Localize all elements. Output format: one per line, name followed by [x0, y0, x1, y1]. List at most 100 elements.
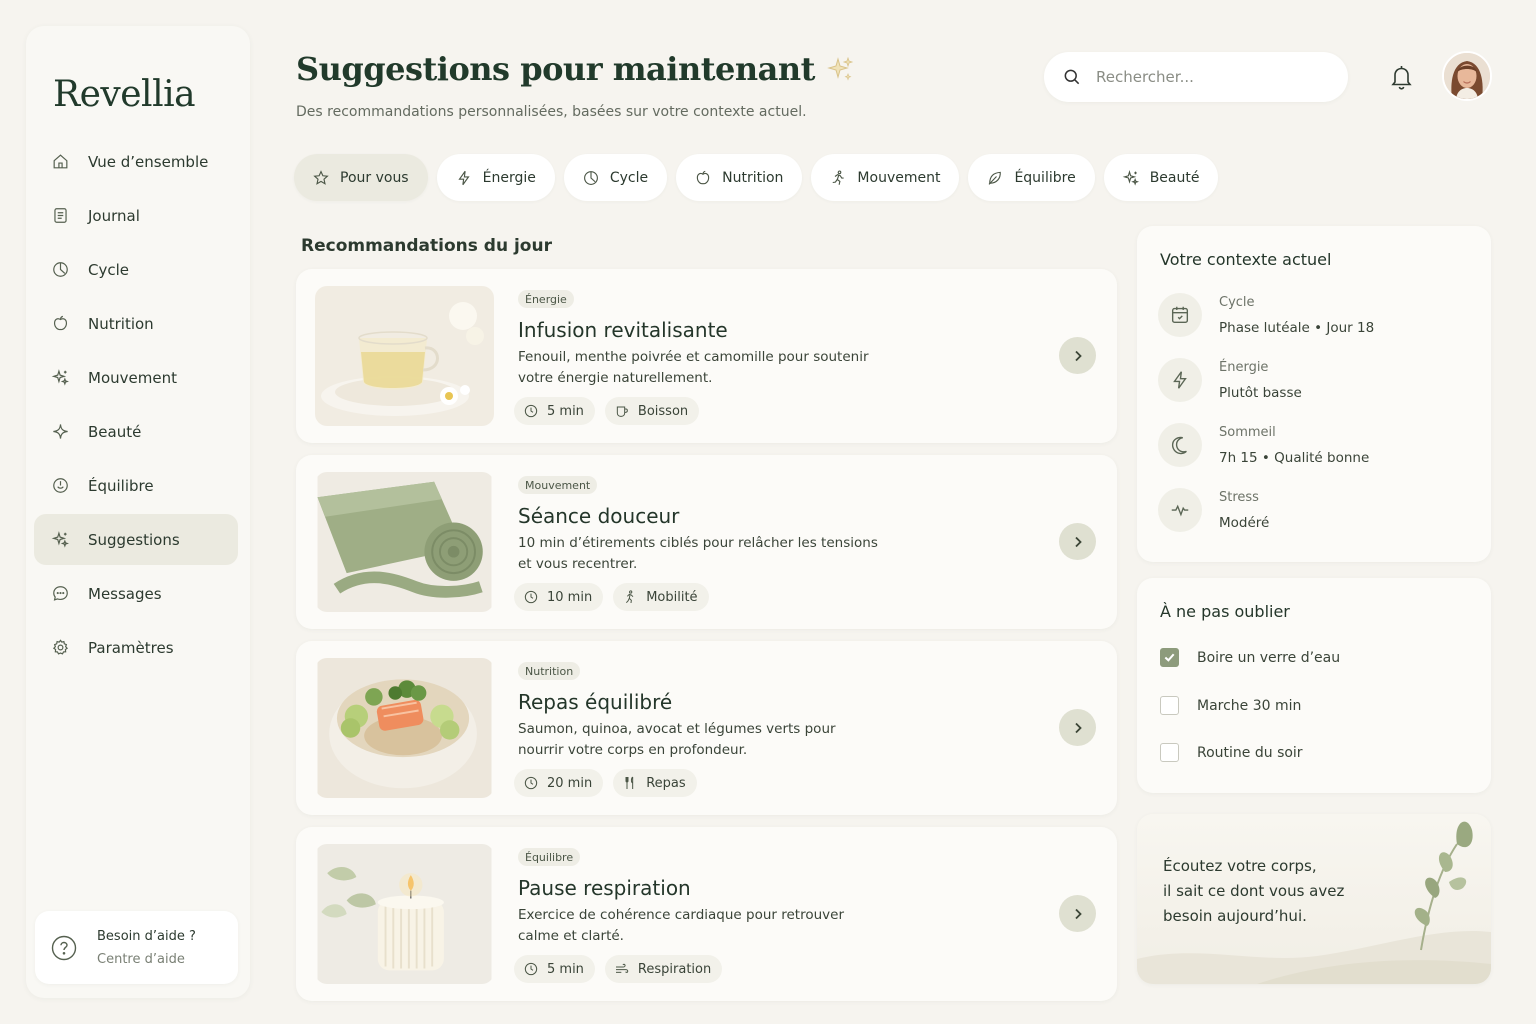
- clock-icon: [524, 962, 538, 976]
- sidebar-item-cycle[interactable]: Cycle: [34, 244, 238, 295]
- chip-label: Pour vous: [340, 169, 409, 186]
- open-recommendation-button[interactable]: [1059, 895, 1096, 932]
- home-icon: [50, 152, 70, 172]
- sparkles-icon: [50, 368, 70, 388]
- sidebar-item-settings[interactable]: Paramètres: [34, 622, 238, 673]
- page-title-text: Suggestions pour maintenant: [296, 50, 815, 88]
- sidebar-item-balance[interactable]: Équilibre: [34, 460, 238, 511]
- open-recommendation-button[interactable]: [1059, 709, 1096, 746]
- sidebar-item-beauty[interactable]: Beauté: [34, 406, 238, 457]
- bolt-icon: [458, 170, 470, 185]
- reminder-label: Boire un verre d’eau: [1197, 649, 1341, 666]
- card-description: 10 min d’étirements ciblés pour relâcher…: [518, 535, 878, 572]
- calendar-icon: [1158, 293, 1202, 337]
- type-text: Boisson: [637, 403, 689, 419]
- star-icon: [313, 169, 329, 185]
- gear-icon: [50, 638, 70, 658]
- reminder-label: Marche 30 min: [1197, 697, 1302, 714]
- sparkle-icon: [50, 422, 70, 442]
- context-label: Cycle: [1219, 294, 1255, 310]
- type-text: Respiration: [637, 961, 712, 977]
- reminders-panel: À ne pas oublier Boire un verre d’eau Ma…: [1137, 578, 1491, 793]
- notifications-button[interactable]: [1389, 63, 1414, 91]
- quote-line: besoin aujourd’hui.: [1163, 907, 1307, 925]
- sidebar-item-suggestions[interactable]: Suggestions: [34, 514, 238, 565]
- duration-text: 10 min: [547, 589, 593, 605]
- moon-icon: [1158, 423, 1202, 467]
- category-tag: Mouvement: [518, 476, 598, 494]
- duration-pill: 20 min: [514, 769, 604, 797]
- cycle-icon: [50, 260, 70, 280]
- reminder-item[interactable]: Boire un verre d’eau: [1160, 648, 1340, 667]
- sidebar-nav: Vue d’ensemble Journal Cycle Nutrition M…: [34, 136, 238, 676]
- chip-balance[interactable]: Équilibre: [968, 154, 1095, 201]
- card-meta: 5 min Respiration: [514, 955, 732, 983]
- checkbox-checked[interactable]: [1160, 648, 1179, 667]
- type-pill: Respiration: [604, 955, 723, 983]
- leaf-icon: [989, 171, 1002, 185]
- recommendation-card-breathing[interactable]: Équilibre Pause respiration Exercice de …: [296, 827, 1117, 1001]
- quote-line: Écoutez votre corps,: [1163, 857, 1317, 875]
- clock-icon: [524, 404, 538, 418]
- chevron-right-icon: [1074, 722, 1082, 733]
- sidebar-item-nutrition[interactable]: Nutrition: [34, 298, 238, 349]
- card-meta: 10 min Mobilité: [514, 583, 719, 611]
- sidebar-item-messages[interactable]: Messages: [34, 568, 238, 619]
- chip-for-you[interactable]: Pour vous: [294, 154, 428, 201]
- chip-beauty[interactable]: Beauté: [1103, 154, 1219, 201]
- chip-movement[interactable]: Mouvement: [811, 154, 960, 201]
- search-bar[interactable]: [1044, 52, 1348, 102]
- context-label: Énergie: [1219, 359, 1269, 375]
- panel-title: À ne pas oublier: [1160, 602, 1290, 621]
- runner-icon: [626, 590, 634, 604]
- card-meta: 20 min Repas: [514, 769, 707, 797]
- chip-label: Énergie: [482, 169, 536, 186]
- chip-energy[interactable]: Énergie: [436, 154, 555, 201]
- sidebar-item-label: Paramètres: [88, 638, 174, 657]
- duration-pill: 5 min: [514, 397, 595, 425]
- quote-card: Écoutez votre corps, il sait ce dont vou…: [1137, 814, 1491, 984]
- user-avatar[interactable]: [1442, 51, 1492, 101]
- card-title: Séance douceur: [518, 504, 680, 528]
- avatar-portrait-image: [1444, 53, 1490, 99]
- sidebar-item-label: Suggestions: [88, 530, 180, 549]
- reminder-label: Routine du soir: [1197, 744, 1303, 761]
- chevron-right-icon: [1074, 908, 1082, 919]
- card-title: Pause respiration: [518, 876, 691, 900]
- sidebar-item-journal[interactable]: Journal: [34, 190, 238, 241]
- recommendation-card-session[interactable]: Mouvement Séance douceur 10 min d’étirem…: [296, 455, 1117, 629]
- context-panel: Votre contexte actuel Cycle Phase lutéal…: [1137, 226, 1491, 562]
- apple-icon: [50, 314, 70, 334]
- open-recommendation-button[interactable]: [1059, 337, 1096, 374]
- type-text: Repas: [646, 775, 686, 791]
- search-input[interactable]: [1096, 68, 1316, 86]
- pulse-icon: [1158, 488, 1202, 532]
- card-description: Saumon, quinoa, avocat et légumes verts …: [518, 721, 836, 758]
- recommendation-card-meal[interactable]: Nutrition Repas équilibré Saumon, quinoa…: [296, 641, 1117, 815]
- chip-cycle[interactable]: Cycle: [563, 154, 668, 201]
- checkbox[interactable]: [1160, 743, 1179, 762]
- salmon-bowl-image: [315, 658, 494, 798]
- sidebar-item-label: Vue d’ensemble: [88, 152, 209, 171]
- sidebar-item-overview[interactable]: Vue d’ensemble: [34, 136, 238, 187]
- duration-pill: 10 min: [514, 583, 604, 611]
- chip-nutrition[interactable]: Nutrition: [676, 154, 803, 201]
- reminder-item[interactable]: Routine du soir: [1160, 743, 1303, 762]
- bell-icon: [1391, 66, 1412, 90]
- chip-label: Nutrition: [722, 169, 784, 186]
- cup-icon: [616, 406, 628, 417]
- sidebar-item-movement[interactable]: Mouvement: [34, 352, 238, 403]
- app-logo[interactable]: Revellia: [53, 74, 196, 115]
- context-label: Stress: [1219, 489, 1259, 505]
- chip-label: Cycle: [609, 169, 649, 186]
- page-subtitle: Des recommandations personnalisées, basé…: [296, 104, 807, 120]
- help-center-card[interactable]: Besoin d’aide ? Centre d’aide: [35, 911, 238, 984]
- reminder-item[interactable]: Marche 30 min: [1160, 696, 1301, 715]
- checkbox[interactable]: [1160, 696, 1179, 715]
- page-title: Suggestions pour maintenant: [296, 50, 855, 88]
- recommendation-card-infusion[interactable]: Énergie Infusion revitalisante Fenouil, …: [296, 269, 1117, 443]
- question-icon: [51, 935, 77, 961]
- open-recommendation-button[interactable]: [1059, 523, 1096, 560]
- herbal-tea-image: [315, 286, 494, 426]
- context-value: Phase lutéale • Jour 18: [1219, 319, 1375, 336]
